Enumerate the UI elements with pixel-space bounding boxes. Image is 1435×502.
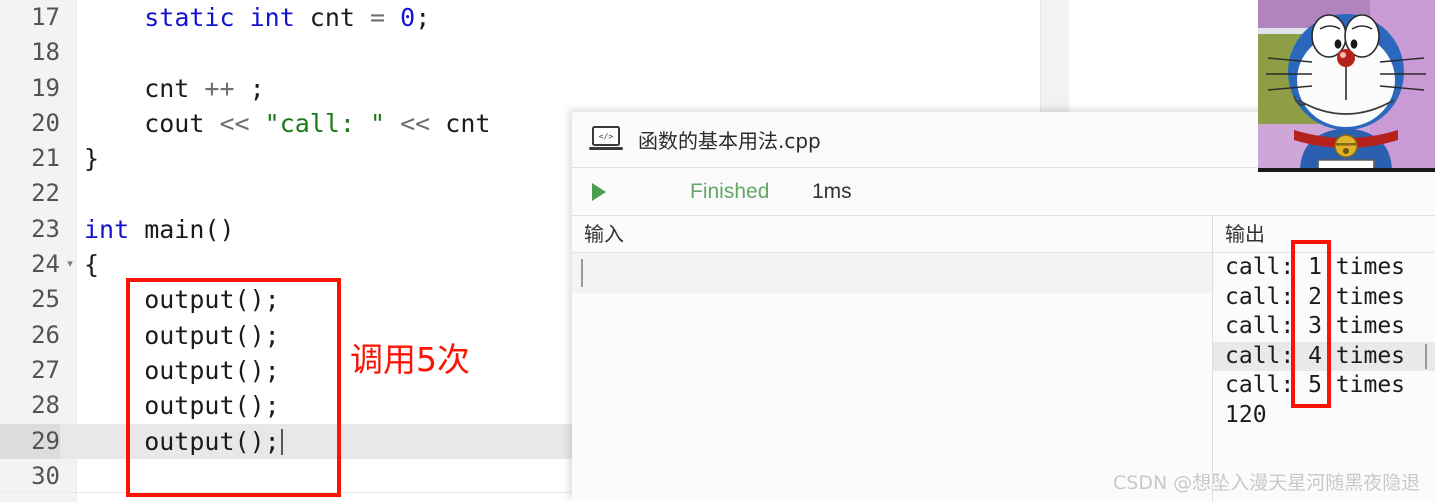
line-number: 27 [31,355,60,384]
code-fold-toggle-icon[interactable]: ▾ [64,247,76,282]
code-token: << [400,108,431,138]
input-caret [581,259,583,287]
red-highlight-box-code [126,278,341,497]
doraemon-cartoon-image [1258,0,1435,172]
line-number: 21 [31,144,60,173]
red-annotation-text: 调用5次 [350,340,470,379]
output-line-text: 120 [1225,401,1267,428]
laptop-code-icon: </> [588,125,624,155]
code-line-text: { [84,247,99,282]
code-token: } [84,144,100,174]
run-panel-filename: 函数的基本用法.cpp [638,129,821,153]
code-token: static [144,3,235,32]
code-token: int [84,214,130,244]
input-column[interactable]: 输入 [572,216,1213,502]
line-number: 17 [31,3,60,31]
code-token: ; [415,3,431,32]
input-text-area[interactable] [572,253,1212,501]
line-number: 23 [31,214,60,243]
code-token: ; [234,73,265,103]
screenshot-root: 17 static int cnt = 0; 18 19 cnt ++ ; 20 co… [0,0,1435,502]
run-elapsed-time: 1ms [812,179,852,203]
code-line-row[interactable]: 19 cnt ++ ; [0,71,1068,106]
run-status-bar: Finished 1ms [572,168,1435,216]
red-highlight-box-output [1291,240,1331,408]
code-line-text: cnt ++ ; [84,71,265,106]
code-token: cnt [294,3,371,32]
code-token: cout [84,108,220,138]
line-number: 30 [31,461,60,490]
code-token: 0 [400,3,416,32]
code-line-row[interactable]: 17 static int cnt = 0; [0,0,1068,35]
line-number: 29 [0,423,60,459]
code-token: = [370,3,386,32]
code-token: "call: " [264,108,386,138]
code-line-text: cout << "call: " << cnt [84,106,506,141]
line-number: 26 [31,320,60,349]
line-number: 19 [31,73,60,102]
output-caret [1425,343,1427,369]
code-line-text: } [84,141,99,176]
code-token: cnt [430,108,506,138]
code-token: { [84,250,100,280]
code-line-text: static int cnt = 0; [84,0,430,35]
line-number: 18 [31,38,60,67]
code-line-text: int main() [84,212,235,247]
code-token: main() [129,214,235,244]
line-number: 20 [31,108,60,137]
code-token: ++ [204,73,235,103]
line-number: 24 [31,250,60,279]
svg-text:</>: </> [599,132,614,141]
input-first-row [572,253,1212,293]
play-icon[interactable] [590,182,607,202]
code-token: << [219,108,250,138]
input-column-header: 输入 [572,216,1212,253]
run-status-label: Finished [690,179,770,203]
line-number: 28 [31,391,60,420]
code-token: cnt [84,73,205,103]
code-token: int [249,3,295,32]
line-number: 22 [31,179,60,208]
csdn-watermark: CSDN @想坠入漫天星河随黑夜隐退 [1113,472,1421,494]
code-line-row[interactable]: 18 [0,35,1068,70]
line-number: 25 [31,285,60,314]
